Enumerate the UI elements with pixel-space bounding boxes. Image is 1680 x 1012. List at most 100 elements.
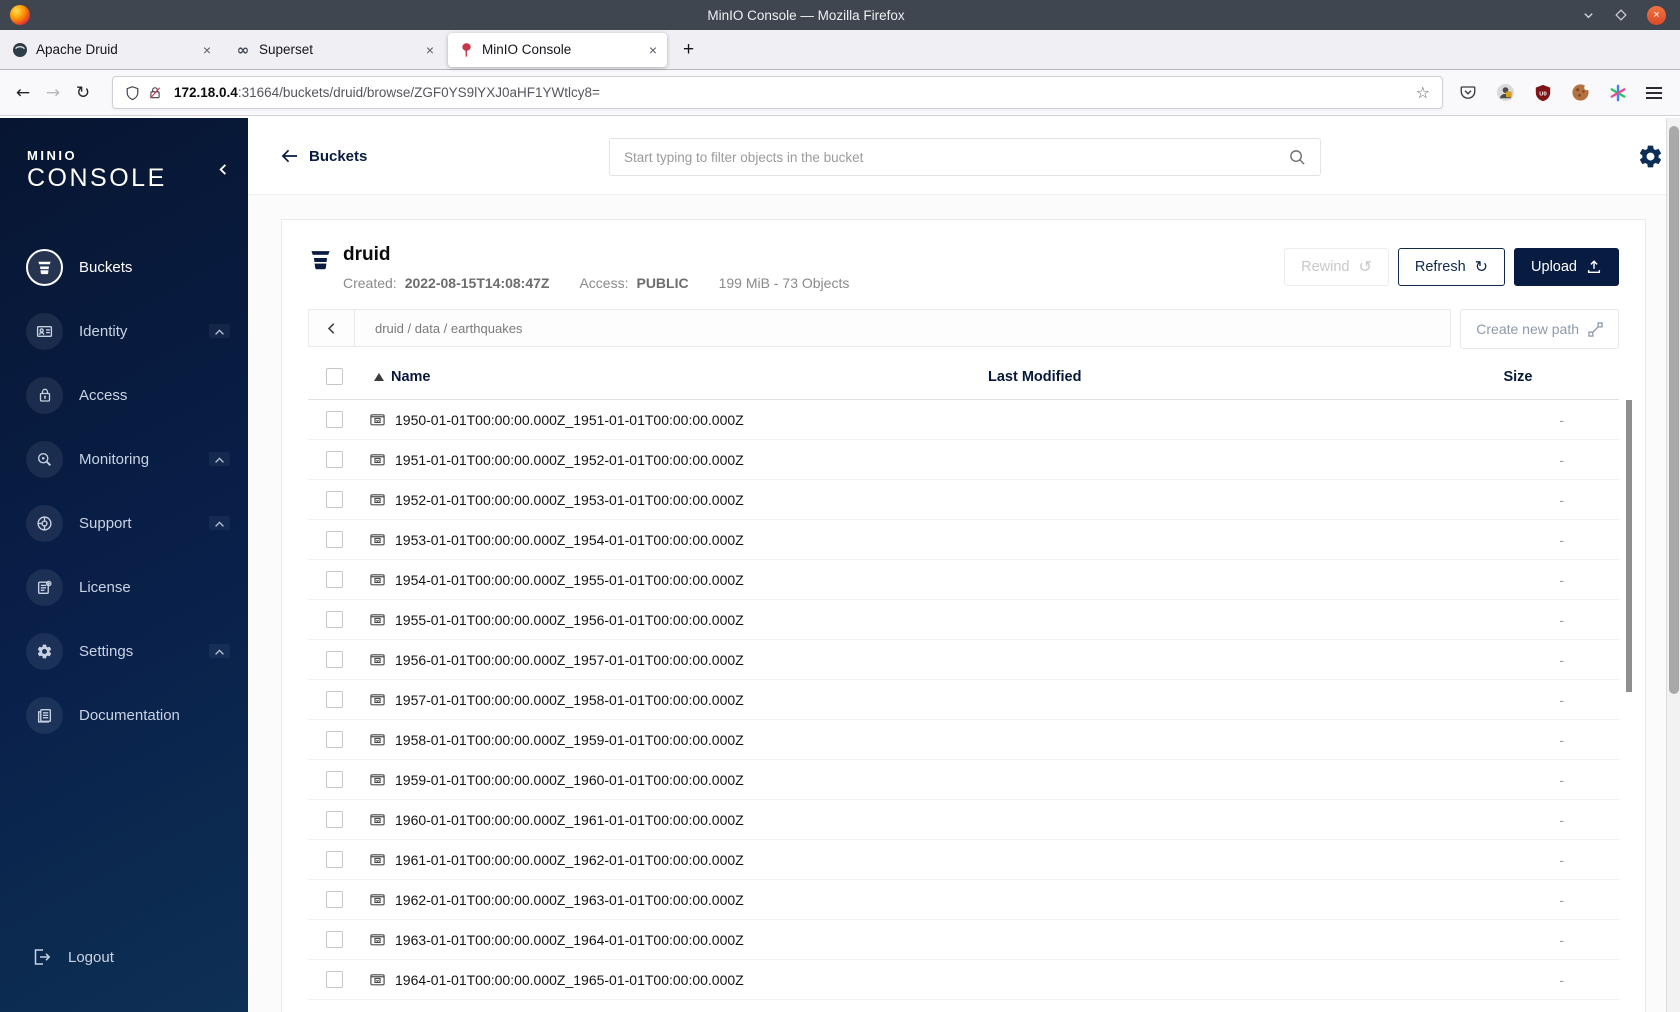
sidebar-collapse-icon[interactable]	[217, 162, 230, 177]
sidebar-item-identity[interactable]: Identity	[0, 299, 248, 363]
create-path-label: Create new path	[1476, 321, 1579, 337]
window-close-icon[interactable]: ×	[1647, 5, 1666, 25]
table-row[interactable]: 1957-01-01T00:00:00.000Z_1958-01-01T00:0…	[308, 680, 1619, 720]
table-scrollbar-thumb[interactable]	[1626, 400, 1632, 692]
refresh-button[interactable]: Refresh ↻	[1397, 248, 1506, 286]
table-row[interactable]: 1958-01-01T00:00:00.000Z_1959-01-01T00:0…	[308, 720, 1619, 760]
row-checkbox[interactable]	[325, 571, 343, 588]
chevron-up-icon[interactable]	[209, 516, 230, 530]
sidebar-item-license[interactable]: License	[0, 555, 248, 619]
row-checkbox[interactable]	[325, 691, 343, 708]
sidebar-item-settings[interactable]: Settings	[0, 619, 248, 683]
row-checkbox[interactable]	[325, 491, 343, 508]
row-checkbox[interactable]	[325, 931, 343, 948]
upload-button[interactable]: Upload	[1514, 248, 1619, 286]
object-folder-icon	[370, 734, 385, 746]
column-header-name[interactable]: Name	[391, 369, 431, 385]
row-checkbox[interactable]	[325, 851, 343, 868]
sort-ascending-icon[interactable]	[374, 372, 384, 381]
objects-table: Name Last Modified Size 1950-01-01T00:00…	[308, 354, 1619, 1000]
object-size: -	[1559, 531, 1564, 548]
table-row[interactable]: 1960-01-01T00:00:00.000Z_1961-01-01T00:0…	[308, 800, 1619, 840]
column-header-last-modified[interactable]: Last Modified	[988, 369, 1439, 385]
table-row[interactable]: 1954-01-01T00:00:00.000Z_1955-01-01T00:0…	[308, 560, 1619, 600]
tab-superset[interactable]: ∞ Superset ×	[225, 33, 444, 67]
row-checkbox[interactable]	[325, 731, 343, 748]
create-path-icon	[1588, 321, 1603, 337]
logo-minio: MINIO	[27, 148, 78, 163]
search-input[interactable]	[624, 149, 1289, 165]
table-row[interactable]: 1962-01-01T00:00:00.000Z_1963-01-01T00:0…	[308, 880, 1619, 920]
tab-close-icon[interactable]: ×	[426, 42, 434, 58]
column-header-size[interactable]: Size	[1439, 369, 1619, 385]
menu-hamburger-icon[interactable]	[1646, 86, 1662, 99]
browser-reload-icon[interactable]: ↻	[68, 83, 98, 103]
row-checkbox[interactable]	[325, 771, 343, 788]
back-to-buckets-button[interactable]: Buckets	[281, 148, 367, 165]
rewind-button[interactable]: Rewind ↺	[1284, 248, 1389, 286]
page-scrollbar[interactable]	[1666, 118, 1680, 1012]
license-document-icon	[37, 580, 52, 594]
pocket-icon[interactable]	[1459, 84, 1477, 102]
select-all-checkbox[interactable]	[325, 368, 343, 385]
padlock-icon	[39, 388, 50, 402]
tab-close-icon[interactable]: ×	[203, 42, 211, 58]
path-back-button[interactable]	[309, 310, 355, 346]
tracking-shield-icon[interactable]	[125, 85, 140, 101]
row-checkbox[interactable]	[325, 611, 343, 628]
row-checkbox[interactable]	[325, 811, 343, 828]
row-checkbox[interactable]	[325, 451, 343, 468]
object-browser: druid / data / earthquakes Create new pa…	[282, 309, 1645, 1000]
table-row[interactable]: 1952-01-01T00:00:00.000Z_1953-01-01T00:0…	[308, 480, 1619, 520]
superset-logo-icon: ∞	[236, 40, 250, 59]
sidebar-item-monitoring[interactable]: Monitoring	[0, 427, 248, 491]
table-row[interactable]: 1951-01-01T00:00:00.000Z_1952-01-01T00:0…	[308, 440, 1619, 480]
table-row[interactable]: 1964-01-01T00:00:00.000Z_1965-01-01T00:0…	[308, 960, 1619, 1000]
sidebar-item-label: Identity	[79, 322, 128, 340]
tab-apache-druid[interactable]: Apache Druid ×	[2, 33, 221, 67]
page-scrollbar-thumb[interactable]	[1668, 126, 1679, 694]
minio-logo-icon	[462, 42, 471, 57]
chevron-up-icon[interactable]	[209, 452, 230, 466]
sidebar-item-support[interactable]: Support	[0, 491, 248, 555]
chevron-up-icon[interactable]	[209, 644, 230, 658]
tab-close-icon[interactable]: ×	[649, 42, 657, 58]
main-header: Buckets	[248, 118, 1680, 195]
access-value: PUBLIC	[636, 275, 689, 291]
create-new-path-button[interactable]: Create new path	[1460, 309, 1619, 349]
ublock-icon[interactable]: U0	[1534, 84, 1552, 102]
table-row[interactable]: 1955-01-01T00:00:00.000Z_1956-01-01T00:0…	[308, 600, 1619, 640]
sparkle-extension-icon[interactable]	[1609, 84, 1627, 102]
created-value: 2022-08-15T14:08:47Z	[404, 275, 550, 291]
table-row[interactable]: 1961-01-01T00:00:00.000Z_1962-01-01T00:0…	[308, 840, 1619, 880]
row-checkbox[interactable]	[325, 651, 343, 668]
row-checkbox[interactable]	[325, 531, 343, 548]
insecure-lock-icon[interactable]	[148, 85, 162, 101]
row-checkbox[interactable]	[325, 891, 343, 908]
url-bar[interactable]: 172.18.0.4:31664/buckets/druid/browse/ZG…	[112, 76, 1443, 109]
chevron-up-icon[interactable]	[209, 324, 230, 338]
row-checkbox[interactable]	[325, 411, 343, 428]
window-minimize-icon[interactable]	[1582, 9, 1595, 22]
url-text[interactable]: 172.18.0.4:31664/buckets/druid/browse/ZG…	[174, 85, 1416, 100]
table-row[interactable]: 1953-01-01T00:00:00.000Z_1954-01-01T00:0…	[308, 520, 1619, 560]
bookmark-star-icon[interactable]: ☆	[1416, 83, 1430, 102]
tab-minio-console[interactable]: MinIO Console ×	[448, 32, 667, 67]
sidebar-item-buckets[interactable]: Buckets	[0, 235, 248, 299]
object-filter-searchbox[interactable]	[609, 138, 1321, 176]
browser-back-icon[interactable]: ←	[8, 83, 38, 103]
window-maximize-icon[interactable]	[1615, 9, 1627, 21]
sidebar-item-logout[interactable]: Logout	[0, 934, 248, 980]
browser-forward-icon[interactable]: →	[38, 83, 68, 103]
table-row[interactable]: 1959-01-01T00:00:00.000Z_1960-01-01T00:0…	[308, 760, 1619, 800]
new-tab-button[interactable]: +	[683, 40, 694, 59]
table-row[interactable]: 1950-01-01T00:00:00.000Z_1951-01-01T00:0…	[308, 400, 1619, 440]
proxy-extension-icon[interactable]	[1496, 83, 1515, 102]
settings-gear-button[interactable]	[1637, 143, 1664, 170]
row-checkbox[interactable]	[325, 971, 343, 988]
cookie-extension-icon[interactable]	[1571, 83, 1590, 102]
table-row[interactable]: 1963-01-01T00:00:00.000Z_1964-01-01T00:0…	[308, 920, 1619, 960]
sidebar-item-documentation[interactable]: Documentation	[0, 683, 248, 747]
table-row[interactable]: 1956-01-01T00:00:00.000Z_1957-01-01T00:0…	[308, 640, 1619, 680]
sidebar-item-access[interactable]: Access	[0, 363, 248, 427]
